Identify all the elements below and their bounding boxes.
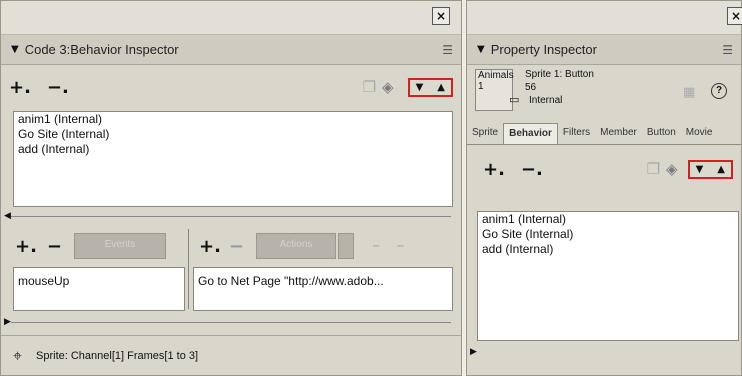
bottom-scrollbar[interactable]: ▶ bbox=[1, 315, 461, 331]
add-behavior-button[interactable]: +. bbox=[483, 159, 505, 180]
list-view-icon[interactable]: ▦ bbox=[683, 85, 695, 100]
panel-title: Code 3:Behavior Inspector bbox=[24, 42, 179, 57]
event-field[interactable]: Events bbox=[74, 233, 167, 259]
reorder-buttons-highlight: ▼ ▲ bbox=[407, 77, 453, 97]
script-window-icon[interactable]: ❐ bbox=[647, 160, 660, 178]
scroll-right-arrow-icon[interactable]: ▶ bbox=[4, 317, 11, 327]
tab-filters[interactable]: Filters bbox=[558, 123, 595, 144]
panel-options-menu-icon[interactable]: ☰ bbox=[442, 43, 453, 57]
action-move-up-icon[interactable]: − bbox=[396, 241, 404, 252]
library-palette-icon[interactable]: ◈ bbox=[382, 78, 394, 96]
remove-action-button[interactable]: − bbox=[229, 236, 244, 257]
collapse-triangle-icon[interactable]: ▼ bbox=[11, 44, 19, 55]
move-up-arrow-icon[interactable]: ▲ bbox=[437, 82, 445, 93]
event-list-item[interactable]: mouseUp bbox=[14, 268, 184, 294]
member-icon: ▭ bbox=[509, 93, 520, 106]
pane-divider bbox=[188, 229, 189, 309]
behavior-list-item[interactable]: anim1 (Internal) bbox=[478, 212, 738, 227]
library-palette-icon[interactable]: ◈ bbox=[666, 160, 678, 178]
script-window-icon[interactable]: ❐ bbox=[363, 78, 376, 96]
add-action-button[interactable]: +. bbox=[199, 236, 221, 257]
behavior-list[interactable]: anim1 (Internal) Go Site (Internal) add … bbox=[477, 211, 739, 341]
move-down-arrow-icon[interactable]: ▼ bbox=[696, 164, 704, 175]
status-bar: ⌖ Sprite: Channel[1] Frames[1 to 3] bbox=[1, 335, 461, 375]
sprite-info: Animals 1 Sprite 1: Button 56 ▭ Internal… bbox=[467, 65, 741, 119]
move-up-arrow-icon[interactable]: ▲ bbox=[717, 164, 725, 175]
move-down-arrow-icon[interactable]: ▼ bbox=[416, 82, 424, 93]
inspector-tabs: Sprite Behavior Filters Member Button Mo… bbox=[467, 123, 741, 145]
tab-behavior[interactable]: Behavior bbox=[503, 123, 558, 144]
sprite-status-text: Sprite: Channel[1] Frames[1 to 3] bbox=[36, 349, 199, 362]
behavior-list[interactable]: anim1 (Internal) Go Site (Internal) add … bbox=[13, 111, 453, 207]
tab-button[interactable]: Button bbox=[642, 123, 681, 144]
property-inspector-panel: × ▼ Property Inspector ☰ Animals 1 Sprit… bbox=[466, 0, 742, 376]
add-event-button[interactable]: +. bbox=[15, 236, 37, 257]
action-field[interactable]: Actions bbox=[256, 233, 337, 259]
panel-title-strip: × bbox=[467, 1, 742, 35]
tab-sprite[interactable]: Sprite bbox=[467, 123, 503, 144]
action-move-down-icon[interactable]: − bbox=[372, 241, 380, 252]
behavior-inspector-panel: × ▼ Code 3:Behavior Inspector ☰ +. −. ❐ … bbox=[0, 0, 462, 376]
cast-name: Animals bbox=[478, 70, 514, 81]
panel-title-strip: × bbox=[1, 1, 461, 35]
sprite-pointer-icon[interactable]: ⌖ bbox=[13, 346, 22, 366]
sprite-number: 56 bbox=[525, 82, 537, 93]
remove-behavior-button[interactable]: −. bbox=[47, 77, 69, 98]
cast-number: 1 bbox=[478, 81, 484, 92]
remove-behavior-button[interactable]: −. bbox=[521, 159, 543, 180]
behavior-toolbar: +. −. ❐ ◈ ▼ ▲ bbox=[467, 145, 741, 193]
behavior-list-item[interactable]: add (Internal) bbox=[14, 142, 452, 157]
actions-toolbar: +. − Actions − − bbox=[199, 233, 405, 259]
panel-header[interactable]: ▼ Code 3:Behavior Inspector ☰ bbox=[1, 35, 461, 65]
reorder-buttons-highlight: ▼ ▲ bbox=[687, 159, 733, 179]
behavior-list-item[interactable]: Go Site (Internal) bbox=[478, 227, 738, 242]
panel-options-menu-icon[interactable]: ☰ bbox=[722, 43, 733, 57]
behavior-list-item[interactable]: Go Site (Internal) bbox=[14, 127, 452, 142]
close-panel-button[interactable]: × bbox=[432, 7, 450, 25]
panel-header[interactable]: ▼ Property Inspector ☰ bbox=[467, 35, 741, 65]
behavior-list-item[interactable]: add (Internal) bbox=[478, 242, 738, 257]
behavior-list-item[interactable]: anim1 (Internal) bbox=[14, 112, 452, 127]
close-panel-button[interactable]: × bbox=[727, 7, 742, 25]
behavior-toolbar: +. −. ❐ ◈ ▼ ▲ bbox=[1, 65, 461, 109]
action-field-scroll[interactable] bbox=[338, 233, 355, 259]
action-list[interactable]: Go to Net Page "http://www.adob... bbox=[193, 267, 453, 311]
tab-movie[interactable]: Movie bbox=[681, 123, 718, 144]
event-list[interactable]: mouseUp bbox=[13, 267, 185, 311]
panel-title: Property Inspector bbox=[490, 42, 597, 57]
add-behavior-button[interactable]: +. bbox=[9, 77, 31, 98]
cast-thumbnail: Animals 1 bbox=[475, 69, 514, 111]
scroll-right-arrow-icon[interactable]: ▶ bbox=[470, 347, 477, 357]
remove-event-button[interactable]: − bbox=[47, 236, 62, 257]
divider-scrollbar[interactable]: ◀ bbox=[1, 209, 461, 225]
help-icon[interactable]: ? bbox=[711, 83, 727, 99]
collapse-triangle-icon[interactable]: ▼ bbox=[477, 44, 485, 55]
tab-member[interactable]: Member bbox=[595, 123, 642, 144]
action-list-item[interactable]: Go to Net Page "http://www.adob... bbox=[194, 268, 452, 294]
sprite-label: Sprite 1: Button bbox=[525, 69, 594, 80]
sprite-source: Internal bbox=[529, 95, 563, 106]
scroll-left-arrow-icon[interactable]: ◀ bbox=[4, 211, 11, 221]
bottom-scrollbar[interactable]: ▶ bbox=[467, 345, 741, 361]
events-toolbar: +. − Events bbox=[15, 233, 167, 259]
